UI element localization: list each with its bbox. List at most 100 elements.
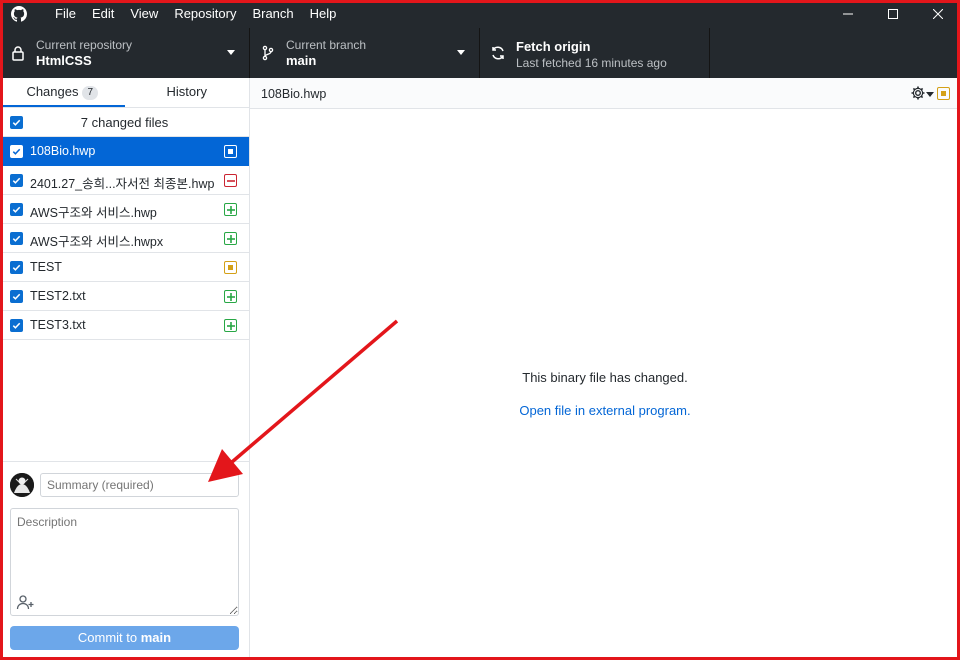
file-name: TEST2.txt (30, 289, 86, 303)
summary-input[interactable] (40, 473, 239, 497)
open-external-link-label: Open file in external program. (519, 403, 691, 418)
file-checkbox[interactable] (10, 232, 23, 245)
file-name: 2401.27_송희...자서전 최종본.hwp (30, 177, 215, 191)
added-status-icon (224, 319, 237, 332)
sidebar-tabs: Changes 7 History (0, 78, 249, 108)
file-name: 108Bio.hwp (30, 144, 96, 158)
tab-changes[interactable]: Changes 7 (0, 78, 125, 107)
sync-icon (492, 46, 504, 60)
file-row[interactable]: TEST2.txt (0, 282, 249, 311)
gear-icon[interactable] (910, 85, 926, 101)
file-row[interactable]: AWS구조와 서비스.hwp (0, 195, 249, 224)
modified-status-icon (224, 145, 237, 158)
menu-file[interactable]: File (47, 0, 84, 28)
chevron-down-icon (457, 50, 465, 55)
file-row[interactable]: 108Bio.hwp (0, 137, 249, 166)
dot-icon (228, 149, 233, 154)
fetch-label: Fetch origin (516, 39, 591, 54)
commit-button[interactable]: Commit to main (10, 626, 239, 650)
checkmark-icon (12, 148, 21, 155)
added-status-icon (224, 232, 237, 245)
plus-icon (226, 234, 235, 243)
menu-help[interactable]: Help (302, 0, 345, 28)
file-checkbox[interactable] (10, 174, 23, 187)
added-status-icon (224, 203, 237, 216)
tab-history[interactable]: History (125, 78, 250, 107)
lock-icon (12, 46, 24, 61)
avatar (10, 473, 34, 497)
maximize-icon (887, 9, 898, 19)
menu-edit[interactable]: Edit (84, 0, 122, 28)
chevron-down-icon (227, 50, 235, 55)
file-name: TEST3.txt (30, 318, 86, 332)
checkmark-icon (12, 322, 21, 329)
changes-count-badge: 7 (82, 86, 99, 100)
changed-files-count: 7 changed files (80, 114, 169, 130)
modified-status-icon (224, 261, 237, 274)
description-input[interactable] (10, 508, 239, 616)
branch-icon (262, 45, 274, 61)
file-path: 108Bio.hwp (261, 87, 327, 101)
file-checkbox[interactable] (10, 261, 23, 274)
menu-bar: File Edit View Repository Branch Help (47, 0, 344, 28)
chevron-down-icon (926, 92, 934, 97)
minus-icon (226, 179, 235, 182)
repository-label: Current repository (36, 38, 133, 52)
commit-button-branch: main (140, 630, 172, 645)
checkmark-icon (12, 177, 21, 184)
commit-button-label: Commit to (77, 630, 138, 645)
repository-name: HtmlCSS (36, 53, 92, 68)
close-button[interactable] (915, 0, 960, 28)
dot-icon (941, 91, 946, 96)
dot-icon (228, 265, 233, 270)
modified-status-icon (937, 87, 950, 100)
file-name: TEST (30, 260, 62, 274)
changes-header: 7 changed files (0, 108, 249, 137)
toolbar: Current repository HtmlCSS Current branc… (0, 28, 960, 78)
window-controls (825, 0, 960, 28)
file-name: AWS구조와 서비스.hwpx (30, 235, 164, 249)
current-repository-button[interactable]: Current repository HtmlCSS (0, 28, 250, 78)
file-name: AWS구조와 서비스.hwp (30, 206, 157, 220)
file-row[interactable]: TEST3.txt (0, 311, 249, 340)
file-row[interactable]: TEST (0, 253, 249, 282)
plus-icon (226, 292, 235, 301)
checkmark-icon (12, 206, 21, 213)
file-checkbox[interactable] (10, 290, 23, 303)
branch-name: main (286, 53, 317, 68)
checkmark-icon (12, 235, 21, 242)
fetch-origin-button[interactable]: Fetch origin Last fetched 16 minutes ago (480, 28, 710, 78)
maximize-button[interactable] (870, 0, 915, 28)
close-icon (932, 9, 943, 19)
plus-icon (226, 205, 235, 214)
sidebar: Changes 7 History 7 changed files 108Bio.… (0, 78, 250, 660)
diff-header: 108Bio.hwp (250, 78, 960, 109)
checkmark-icon (12, 293, 21, 300)
open-external-link[interactable]: Open file in external program. (250, 403, 960, 418)
deleted-status-icon (224, 174, 237, 187)
checkmark-icon (12, 264, 21, 271)
plus-icon (226, 321, 235, 330)
menu-branch[interactable]: Branch (244, 0, 301, 28)
diff-panel: 108Bio.hwp This binary file has changed.… (250, 78, 960, 660)
menu-repository[interactable]: Repository (166, 0, 244, 28)
minimize-button[interactable] (825, 0, 870, 28)
branch-label: Current branch (286, 38, 367, 52)
binary-file-message: This binary file has changed. (522, 370, 688, 385)
current-branch-button[interactable]: Current branch main (250, 28, 480, 78)
add-coauthor-icon[interactable] (16, 594, 36, 610)
fetch-status: Last fetched 16 minutes ago (516, 56, 667, 70)
file-checkbox[interactable] (10, 203, 23, 216)
github-logo-icon (11, 6, 27, 22)
added-status-icon (224, 290, 237, 303)
file-row[interactable]: AWS구조와 서비스.hwpx (0, 224, 249, 253)
select-all-checkbox[interactable] (10, 116, 23, 129)
file-row[interactable]: 2401.27_송희...자서전 최종본.hwp (0, 166, 249, 195)
file-checkbox[interactable] (10, 145, 23, 158)
menu-view[interactable]: View (122, 0, 166, 28)
minimize-icon (842, 13, 853, 15)
tab-changes-label: Changes (26, 84, 79, 99)
avatar-image-icon (10, 473, 34, 497)
title-bar: File Edit View Repository Branch Help (0, 0, 960, 28)
file-checkbox[interactable] (10, 319, 23, 332)
